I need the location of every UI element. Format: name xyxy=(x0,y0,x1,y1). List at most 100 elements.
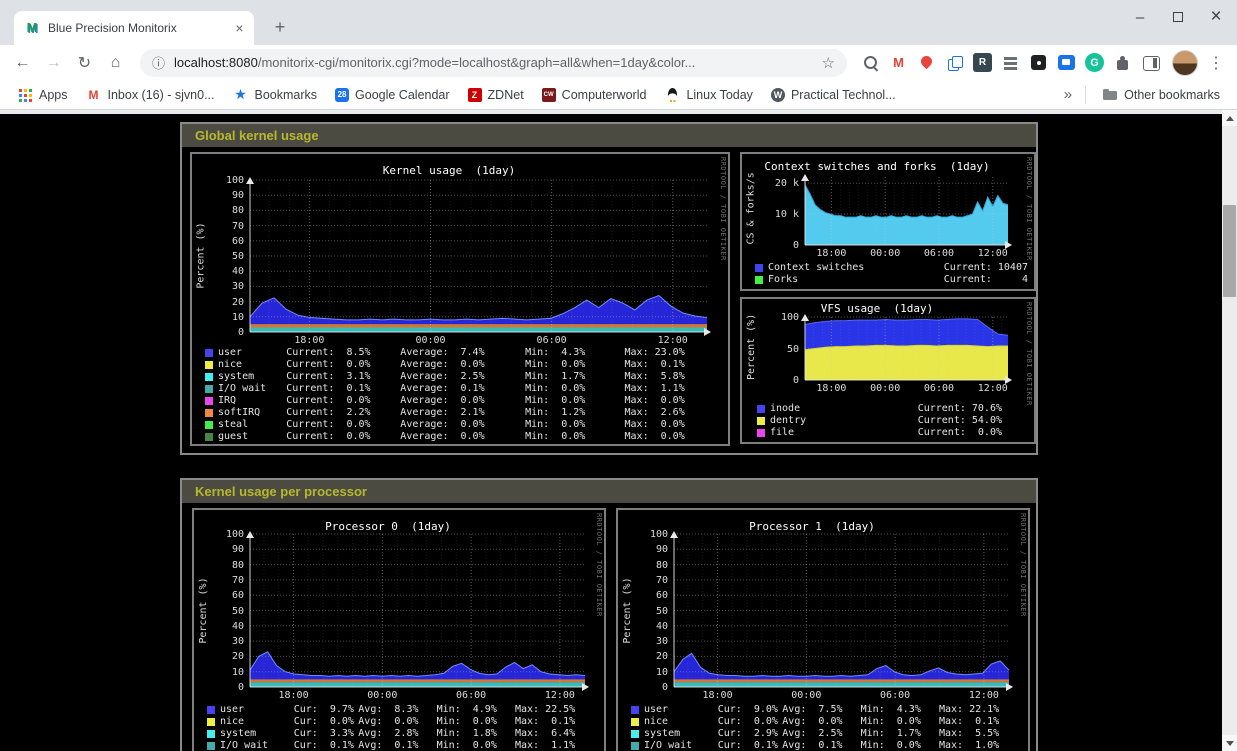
scrollbar-thumb[interactable] xyxy=(1223,205,1236,297)
reload-button[interactable]: ↻ xyxy=(70,48,99,77)
legend-swatch xyxy=(205,421,213,429)
apps-shortcut[interactable]: Apps xyxy=(10,84,75,106)
y-tick-label: 100 xyxy=(226,175,244,186)
y-axis-ticks: 1009080706050403020100 xyxy=(212,180,246,332)
search-icon[interactable] xyxy=(861,53,880,72)
gmail-icon[interactable]: M xyxy=(889,53,908,72)
bookmark-computerworld[interactable]: CW Computerworld xyxy=(535,85,654,105)
bookmark-zdnet[interactable]: Z ZDNet xyxy=(461,85,531,105)
scrollbar-down-button[interactable] xyxy=(1222,735,1237,751)
section-kernel-usage-per-processor: Kernel usage per processor Processor 0 (… xyxy=(180,478,1038,751)
browser-toolbar: ← → ↻ ⌂ ⓘ localhost:8080/monitorix-cgi/m… xyxy=(0,45,1237,80)
grammarly-icon[interactable]: G xyxy=(1085,53,1104,72)
maximize-icon xyxy=(1173,12,1183,22)
scrollbar-up-button[interactable] xyxy=(1222,110,1237,126)
bookmark-practical-technology[interactable]: W Practical Technol... xyxy=(764,85,903,105)
other-bookmarks-button[interactable]: Other bookmarks xyxy=(1095,84,1227,106)
menu-kebab-icon[interactable]: ⋮ xyxy=(1207,53,1225,73)
legend-series-name: guest xyxy=(218,431,286,443)
legend-row: dentryCurrent: 54.0% xyxy=(757,415,1002,427)
legend-stat: Min: 1.7% xyxy=(861,728,939,740)
legend-series-name: I/O wait xyxy=(218,383,286,395)
y-tick-label: 0 xyxy=(238,327,244,338)
tab-close-icon[interactable]: × xyxy=(231,20,248,37)
address-bar[interactable]: ⓘ localhost:8080/monitorix-cgi/monitorix… xyxy=(140,49,847,77)
legend-swatch xyxy=(207,718,215,726)
extensions-puzzle-icon[interactable] xyxy=(1113,53,1132,72)
y-axis-ticks: 20 k10 k0 xyxy=(767,177,801,245)
processor0-graph[interactable]: Processor 0 (1day) Percent (%) 100908070… xyxy=(192,508,606,751)
legend-stat: Current: 0.1% xyxy=(286,383,400,395)
legend-row: Context switchesCurrent: 10407 xyxy=(755,262,1028,274)
forward-button[interactable]: → xyxy=(39,48,68,77)
vfs-usage-graph[interactable]: VFS usage (1day) Percent (%) 100500 18:0… xyxy=(740,297,1036,444)
bookmark-inbox[interactable]: M Inbox (16) - sjvn0... xyxy=(79,84,222,106)
x-tick-label: 12:00 xyxy=(971,248,1015,259)
home-button[interactable]: ⌂ xyxy=(101,48,130,77)
bookmark-bookmarks[interactable]: ★ Bookmarks xyxy=(226,84,325,106)
y-axis-ticks: 100500 xyxy=(767,317,801,380)
y-tick-label: 10 k xyxy=(775,209,799,220)
legend-stat: Min: 0.0% xyxy=(861,740,939,751)
y-axis-ticks: 1009080706050403020100 xyxy=(212,534,246,687)
y-tick-label: 20 k xyxy=(775,178,799,189)
minimize-button[interactable]: – xyxy=(1127,4,1153,30)
title-bar: M Blue Precision Monitorix × + – × xyxy=(0,0,1237,45)
legend-current-value: Current: 70.6% xyxy=(918,403,1002,415)
copy-pages-icon[interactable] xyxy=(945,53,964,72)
bookmark-google-calendar[interactable]: 28 Google Calendar xyxy=(328,85,457,105)
processor1-graph[interactable]: Processor 1 (1day) Percent (%) 100908070… xyxy=(616,508,1030,751)
new-tab-button[interactable]: + xyxy=(268,16,292,40)
legend-swatch xyxy=(755,276,763,284)
legend-stat: Max: 0.1% xyxy=(939,716,1022,728)
x-tick-label: 00:00 xyxy=(360,690,404,701)
legend-stat: Min: 0.0% xyxy=(437,716,515,728)
pin-icon[interactable] xyxy=(917,53,936,72)
bookmark-star-icon[interactable]: ☆ xyxy=(822,54,835,72)
profile-avatar[interactable] xyxy=(1172,50,1198,76)
screenshot-camera-icon[interactable] xyxy=(1057,53,1076,72)
legend-row: userCurrent: 8.5%Average: 7.4%Min: 4.3%M… xyxy=(205,347,722,359)
y-tick-label: 20 xyxy=(656,651,668,662)
arrow-down-icon xyxy=(1226,741,1234,750)
window-controls: – × xyxy=(1127,4,1229,30)
page-info-icon[interactable]: ⓘ xyxy=(152,53,165,72)
close-button[interactable]: × xyxy=(1203,4,1229,30)
y-tick-label: 50 xyxy=(787,344,799,355)
y-axis-arrow-icon xyxy=(801,310,809,321)
y-tick-label: 100 xyxy=(781,312,799,323)
context-switches-graph[interactable]: Context switches and forks (1day) CS & f… xyxy=(740,152,1036,291)
x-axis-ticks: 18:0000:0006:0012:00 xyxy=(250,690,585,702)
x-tick-label: 12:00 xyxy=(971,383,1015,394)
graph-plot-area xyxy=(805,177,1008,245)
graph-legend: userCur: 9.7%Avg: 8.3%Min: 4.9%Max: 22.5… xyxy=(207,704,598,751)
section-header: Global kernel usage xyxy=(182,124,1036,147)
x-axis-ticks: 18:0000:0006:0012:00 xyxy=(805,248,1008,260)
bookmarks-overflow-chevron-icon[interactable]: » xyxy=(1060,86,1076,103)
kernel-usage-graph[interactable]: Kernel usage (1day) Percent (%) 10090807… xyxy=(190,152,730,446)
y-tick-label: 40 xyxy=(232,621,244,632)
legend-series-name: Context switches xyxy=(768,262,864,274)
password-lock-icon[interactable] xyxy=(1029,53,1048,72)
r-extension-icon[interactable]: R xyxy=(973,53,992,72)
legend-series-name: system xyxy=(220,728,294,740)
layers-icon[interactable] xyxy=(1001,53,1020,72)
browser-tab[interactable]: M Blue Precision Monitorix × xyxy=(14,11,254,45)
maximize-button[interactable] xyxy=(1165,4,1191,30)
legend-stat: Average: 2.1% xyxy=(400,407,525,419)
side-panel-icon[interactable] xyxy=(1141,53,1160,72)
y-tick-label: 80 xyxy=(232,205,244,216)
bookmark-label: Practical Technol... xyxy=(791,88,896,102)
graph-ylabel: Percent (%) xyxy=(746,317,757,380)
back-button[interactable]: ← xyxy=(8,48,37,77)
legend-series-name: nice xyxy=(220,716,294,728)
legend-stat: Max: 5.8% xyxy=(625,371,722,383)
graph-ylabel: Percent (%) xyxy=(622,534,633,687)
y-tick-label: 0 xyxy=(238,682,244,693)
legend-swatch xyxy=(631,742,639,750)
vertical-scrollbar[interactable] xyxy=(1222,110,1237,751)
bookmark-linux-today[interactable]: Linux Today xyxy=(657,84,760,106)
legend-series-name: steal xyxy=(218,419,286,431)
bookmarks-separator xyxy=(1085,86,1086,104)
y-tick-label: 60 xyxy=(232,590,244,601)
